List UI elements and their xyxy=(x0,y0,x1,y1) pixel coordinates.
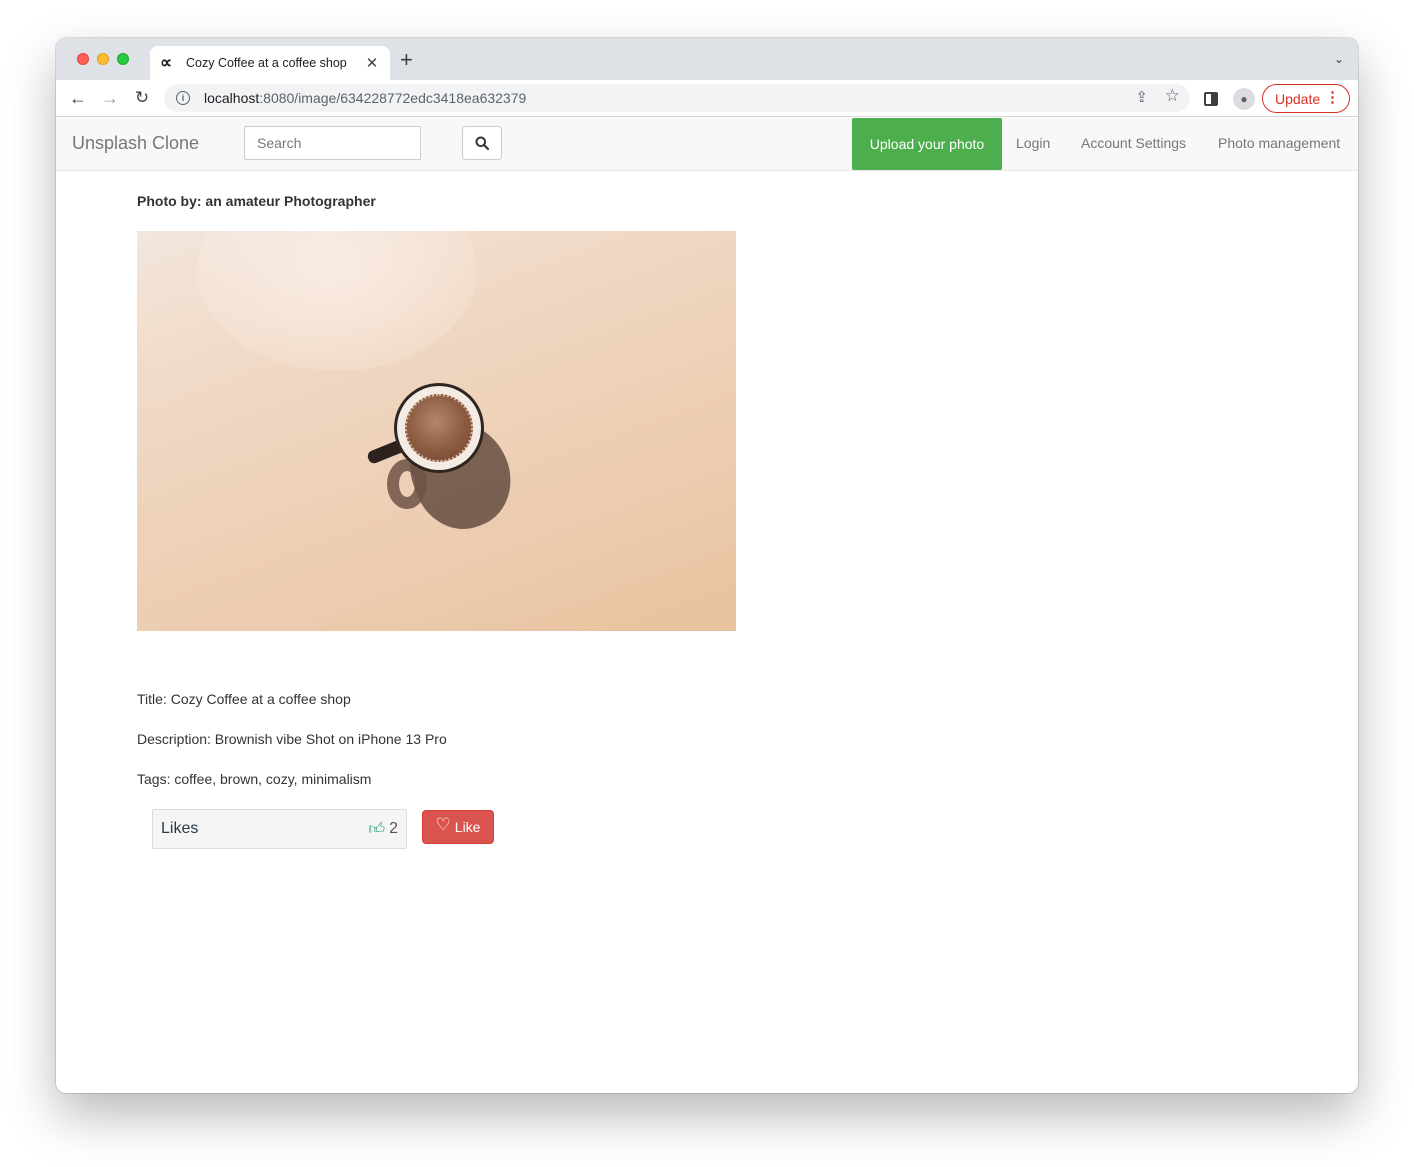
browser-toolbar: ← → ↻ i localhost:8080/image/634228772ed… xyxy=(56,80,1358,117)
like-button[interactable]: ♡ Like xyxy=(422,810,494,844)
close-window-button[interactable] xyxy=(77,53,89,65)
photo-image xyxy=(137,231,736,631)
minimize-window-button[interactable] xyxy=(97,53,109,65)
brand-link[interactable]: Unsplash Clone xyxy=(72,133,199,154)
photographer-credit: Photo by: an amateur Photographer xyxy=(137,193,376,209)
chevron-down-icon[interactable]: ⌄ xyxy=(1334,52,1344,66)
heart-icon: ♡ xyxy=(435,815,451,834)
reload-icon[interactable]: ↻ xyxy=(130,86,154,110)
forward-arrow-icon[interactable]: → xyxy=(98,86,122,110)
photo-description: Description: Brownish vibe Shot on iPhon… xyxy=(137,731,447,747)
photo-management-link[interactable]: Photo management xyxy=(1218,135,1340,151)
search-icon xyxy=(475,136,489,150)
upload-photo-button[interactable]: Upload your photo xyxy=(852,118,1002,170)
close-tab-icon[interactable]: ✕ xyxy=(364,54,380,72)
likes-label: Likes xyxy=(161,820,199,837)
side-panel-icon[interactable] xyxy=(1204,92,1218,106)
tab-strip: ∝ Cozy Coffee at a coffee shop ✕ + ⌄ xyxy=(56,38,1358,80)
search-input[interactable] xyxy=(244,126,421,160)
back-arrow-icon[interactable]: ← xyxy=(66,86,90,110)
maximize-window-button[interactable] xyxy=(117,53,129,65)
search-button[interactable] xyxy=(462,126,502,160)
url-text: localhost:8080/image/634228772edc3418ea6… xyxy=(204,90,527,106)
kebab-menu-icon[interactable]: ⋮ xyxy=(1325,89,1340,107)
likes-panel: Likes 👍︎ 2 xyxy=(152,809,407,849)
account-settings-link[interactable]: Account Settings xyxy=(1081,135,1186,151)
browser-tab[interactable]: ∝ Cozy Coffee at a coffee shop ✕ xyxy=(150,46,390,80)
likes-count: 2 xyxy=(389,820,398,837)
browser-window: ∝ Cozy Coffee at a coffee shop ✕ + ⌄ ← →… xyxy=(56,38,1358,1093)
new-tab-icon[interactable]: + xyxy=(400,49,413,71)
thumbs-up-icon: 👍︎ xyxy=(368,820,386,838)
star-icon[interactable]: ☆ xyxy=(1165,86,1180,106)
profile-avatar-icon[interactable]: ● xyxy=(1233,88,1255,110)
update-label: Update xyxy=(1275,90,1321,107)
share-icon[interactable]: ⇪ xyxy=(1135,88,1148,106)
site-navbar: Unsplash Clone Upload your photo Login A… xyxy=(56,118,1358,171)
photo-tags: Tags: coffee, brown, cozy, minimalism xyxy=(137,771,372,787)
photo-title: Title: Cozy Coffee at a coffee shop xyxy=(137,691,351,707)
login-link[interactable]: Login xyxy=(1016,135,1050,151)
info-icon[interactable]: i xyxy=(176,91,190,105)
like-button-label: Like xyxy=(454,819,481,835)
infinity-icon: ∝ xyxy=(160,53,173,72)
address-bar[interactable]: i localhost:8080/image/634228772edc3418e… xyxy=(164,84,1190,112)
update-button[interactable]: Update ⋮ xyxy=(1262,84,1350,113)
tab-title: Cozy Coffee at a coffee shop xyxy=(186,56,347,70)
